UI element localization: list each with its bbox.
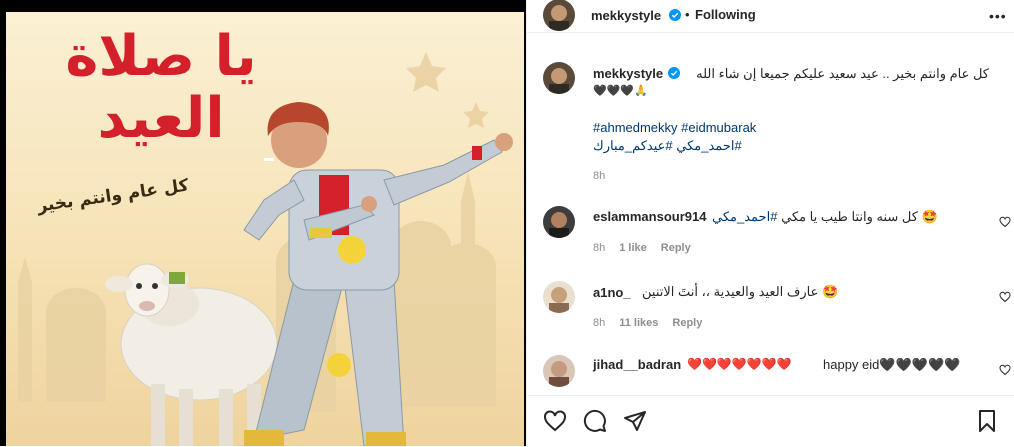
more-options-icon[interactable]: ••• — [989, 8, 1007, 24]
performer-figure — [243, 102, 513, 446]
comment-mention[interactable]: #احمد_مكي — [712, 209, 777, 224]
comment-body: عارف العيد والعيدية ،، أنتَ الاتنين — [642, 284, 819, 299]
author-avatar[interactable] — [543, 0, 575, 31]
comment-text: 🤩 كل سنه وانتا طيب يا مكي #احمد_مكي — [712, 209, 938, 225]
comment-avatar[interactable] — [543, 206, 575, 238]
caption-username[interactable]: mekkystyle — [593, 66, 663, 81]
comment-meta: 8h 1 like Reply — [593, 242, 705, 254]
post-header: mekkystyle • Following ••• — [527, 0, 1014, 33]
like-heart-icon[interactable] — [543, 409, 567, 433]
comment-body: happy eid🖤🖤🖤🖤🖤 — [823, 357, 961, 372]
post-image[interactable]: يا صلاة العيد كل عام وانتم بخير — [6, 12, 524, 446]
caption-text: كل عام وانتم بخير .. عيد سعيد عليكم جميع… — [696, 66, 989, 81]
like-comment-heart-icon[interactable] — [999, 216, 1011, 228]
comment-body: كل سنه وانتا طيب يا مكي — [781, 209, 918, 224]
avatar-photo — [543, 0, 575, 31]
comment-reply[interactable]: Reply — [661, 242, 691, 254]
like-comment-heart-icon[interactable] — [999, 364, 1011, 376]
comment-avatar[interactable] — [543, 281, 575, 313]
verified-badge-icon — [669, 9, 681, 21]
post-details-panel: mekkystyle • Following ••• mekkystyle كل… — [526, 0, 1014, 446]
comment-text: 🤩 عارف العيد والعيدية ،، أنتَ الاتنين — [642, 284, 838, 300]
avatar-photo — [543, 206, 575, 238]
caption-hashtags[interactable]: #ahmedmekky #eidmubarak — [593, 120, 756, 135]
save-bookmark-icon[interactable] — [975, 409, 999, 433]
comment-likes[interactable]: 11 likes — [619, 317, 658, 329]
caption-author-avatar[interactable] — [543, 62, 575, 94]
comment-hearts: ❤️❤️❤️❤️❤️❤️❤️ — [687, 357, 792, 371]
like-comment-heart-icon[interactable] — [999, 291, 1011, 303]
caption-timestamp: 8h — [593, 170, 606, 182]
comment-reply[interactable]: Reply — [672, 317, 702, 329]
comment-time: 8h — [593, 317, 606, 329]
post-actions-bar — [527, 395, 1014, 447]
author-username[interactable]: mekkystyle — [591, 8, 661, 23]
comment-time: 8h — [593, 242, 606, 254]
avatar-photo — [543, 281, 575, 313]
caption-hashtags-arabic[interactable]: #احمد_مكي #عيدكم_مبارك — [593, 138, 742, 154]
avatar-photo — [543, 355, 575, 387]
comment-username[interactable]: jihad__badran — [593, 357, 681, 372]
comment-bubble-icon[interactable] — [583, 409, 607, 433]
comment-meta: 8h 11 likes Reply — [593, 317, 716, 329]
caption-emojis: 🖤🖤🖤🙏 — [593, 85, 648, 97]
comment-avatar[interactable] — [543, 355, 575, 387]
following-button[interactable]: Following — [695, 7, 756, 22]
comment-username[interactable]: eslammansour914 — [593, 209, 706, 224]
avatar-photo — [543, 62, 575, 94]
post-media[interactable]: يا صلاة العيد كل عام وانتم بخير — [0, 0, 526, 446]
comment-username[interactable]: a1no_ — [593, 285, 631, 300]
comment-emoji: 🤩 — [821, 284, 839, 299]
share-send-icon[interactable] — [623, 409, 647, 433]
header-separator: • — [685, 7, 690, 22]
verified-badge-icon — [668, 67, 680, 79]
comment-emoji: 🤩 — [921, 209, 938, 224]
comment-likes[interactable]: 1 like — [619, 242, 647, 254]
